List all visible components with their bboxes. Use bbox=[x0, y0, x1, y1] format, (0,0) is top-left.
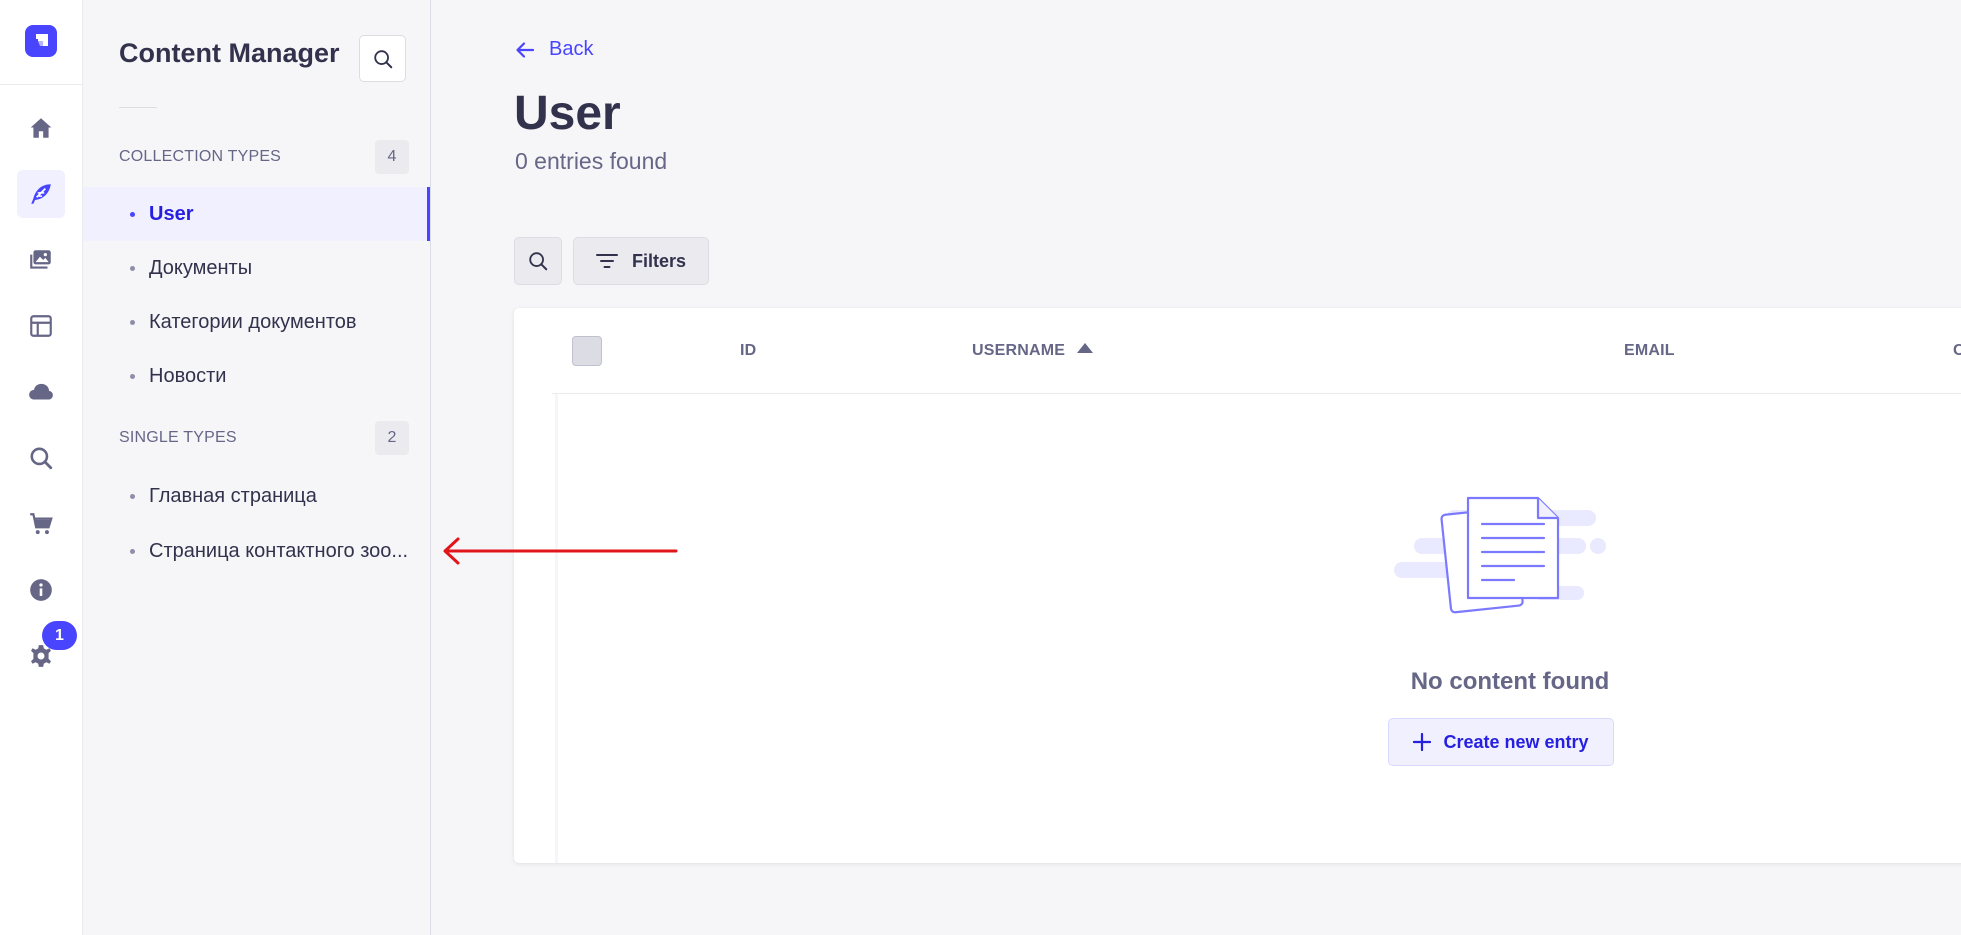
search-icon bbox=[373, 49, 392, 68]
back-label: Back bbox=[549, 38, 594, 60]
subnav-item-label: Главная страница bbox=[149, 485, 317, 507]
column-header-id[interactable]: ID bbox=[740, 342, 756, 360]
cloud-icon bbox=[29, 383, 53, 400]
nav-cloud[interactable] bbox=[17, 368, 65, 416]
table-body-edge bbox=[555, 394, 558, 863]
bullet-icon bbox=[130, 212, 135, 217]
media-library-icon bbox=[30, 250, 51, 269]
select-all-checkbox[interactable] bbox=[572, 336, 602, 366]
column-header-truncated[interactable]: C bbox=[1953, 342, 1961, 360]
nav-info[interactable] bbox=[17, 566, 65, 614]
marketplace-cart-icon bbox=[30, 513, 53, 535]
entries-count: 0 entries found bbox=[515, 148, 668, 174]
annotation-arrow-icon bbox=[443, 537, 678, 565]
single-types-count: 2 bbox=[375, 421, 409, 455]
page-title: User bbox=[514, 87, 621, 140]
subnav-item-documents[interactable]: Документы bbox=[83, 241, 430, 295]
collection-types-label: COLLECTION TYPES bbox=[119, 148, 282, 165]
subnav-title: Content Manager bbox=[119, 38, 340, 68]
strapi-logo[interactable] bbox=[25, 25, 57, 57]
nav-media-library[interactable] bbox=[17, 236, 65, 284]
info-icon bbox=[30, 579, 52, 601]
settings-notification-badge: 1 bbox=[42, 621, 77, 650]
bullet-icon bbox=[130, 374, 135, 379]
collection-types-count: 4 bbox=[375, 140, 409, 174]
table-search-button[interactable] bbox=[514, 237, 562, 285]
subnav-item-label: User bbox=[149, 203, 194, 225]
plus-icon bbox=[1413, 733, 1432, 751]
subnav-item-contact-page[interactable]: Страница контактного зоо... bbox=[83, 524, 430, 578]
subnav-item-label: Категории документов bbox=[149, 311, 357, 333]
nav-marketplace[interactable] bbox=[17, 500, 65, 548]
subnav-item-news[interactable]: Новости bbox=[83, 349, 430, 403]
subnav-item-user[interactable]: User bbox=[83, 187, 430, 241]
logo-area bbox=[0, 0, 82, 85]
create-new-entry-button[interactable]: Create new entry bbox=[1388, 718, 1614, 766]
column-header-label: USERNAME bbox=[972, 342, 1066, 359]
single-types-header[interactable]: SINGLE TYPES 2 bbox=[119, 421, 409, 455]
back-link[interactable]: Back bbox=[515, 38, 593, 61]
content-manager-subnav: Content Manager COLLECTION TYPES 4 User … bbox=[83, 0, 431, 935]
single-types-label: SINGLE TYPES bbox=[119, 429, 237, 446]
subnav-item-label: Страница контактного зоо... bbox=[149, 540, 409, 562]
search-icon bbox=[30, 447, 53, 470]
strapi-admin: 1 Content Manager COLLECTION TYPES 4 Use… bbox=[0, 0, 1961, 935]
nav-home[interactable] bbox=[17, 104, 65, 152]
filters-button[interactable]: Filters bbox=[573, 237, 709, 285]
subnav-item-document-categories[interactable]: Категории документов bbox=[83, 295, 430, 349]
bullet-icon bbox=[130, 494, 135, 499]
main-nav-rail: 1 bbox=[0, 0, 83, 935]
create-new-entry-label: Create new entry bbox=[1443, 731, 1589, 752]
subnav-item-home-page[interactable]: Главная страница bbox=[83, 469, 430, 523]
bullet-icon bbox=[130, 266, 135, 271]
home-icon bbox=[30, 118, 52, 138]
nav-search[interactable] bbox=[17, 434, 65, 482]
collection-types-header[interactable]: COLLECTION TYPES 4 bbox=[119, 140, 409, 174]
bullet-icon bbox=[130, 549, 135, 554]
empty-state-message: No content found bbox=[1410, 668, 1610, 695]
entries-table: ID USERNAME EMAIL C No content found Cre… bbox=[514, 308, 1961, 863]
nav-content-type-builder[interactable] bbox=[17, 302, 65, 350]
empty-state-illustration bbox=[1394, 490, 1614, 625]
content-manager-icon bbox=[31, 184, 51, 204]
nav-content-manager[interactable] bbox=[17, 170, 65, 218]
column-header-username[interactable]: USERNAME bbox=[972, 342, 1094, 360]
documents-illustration-icon bbox=[1394, 496, 1606, 614]
filter-icon bbox=[595, 254, 618, 268]
filters-label: Filters bbox=[631, 250, 687, 271]
subnav-divider bbox=[119, 107, 157, 108]
table-header-row: ID USERNAME EMAIL C bbox=[552, 308, 1961, 394]
search-icon bbox=[529, 252, 548, 271]
subnav-item-label: Документы bbox=[149, 257, 253, 279]
subnav-item-label: Новости bbox=[149, 365, 227, 387]
column-header-email[interactable]: EMAIL bbox=[1624, 342, 1675, 360]
arrow-left-icon bbox=[516, 41, 535, 58]
sort-ascending-icon bbox=[1077, 343, 1094, 353]
subnav-search-button[interactable] bbox=[359, 35, 406, 82]
bullet-icon bbox=[130, 320, 135, 325]
layout-builder-icon bbox=[30, 315, 52, 337]
